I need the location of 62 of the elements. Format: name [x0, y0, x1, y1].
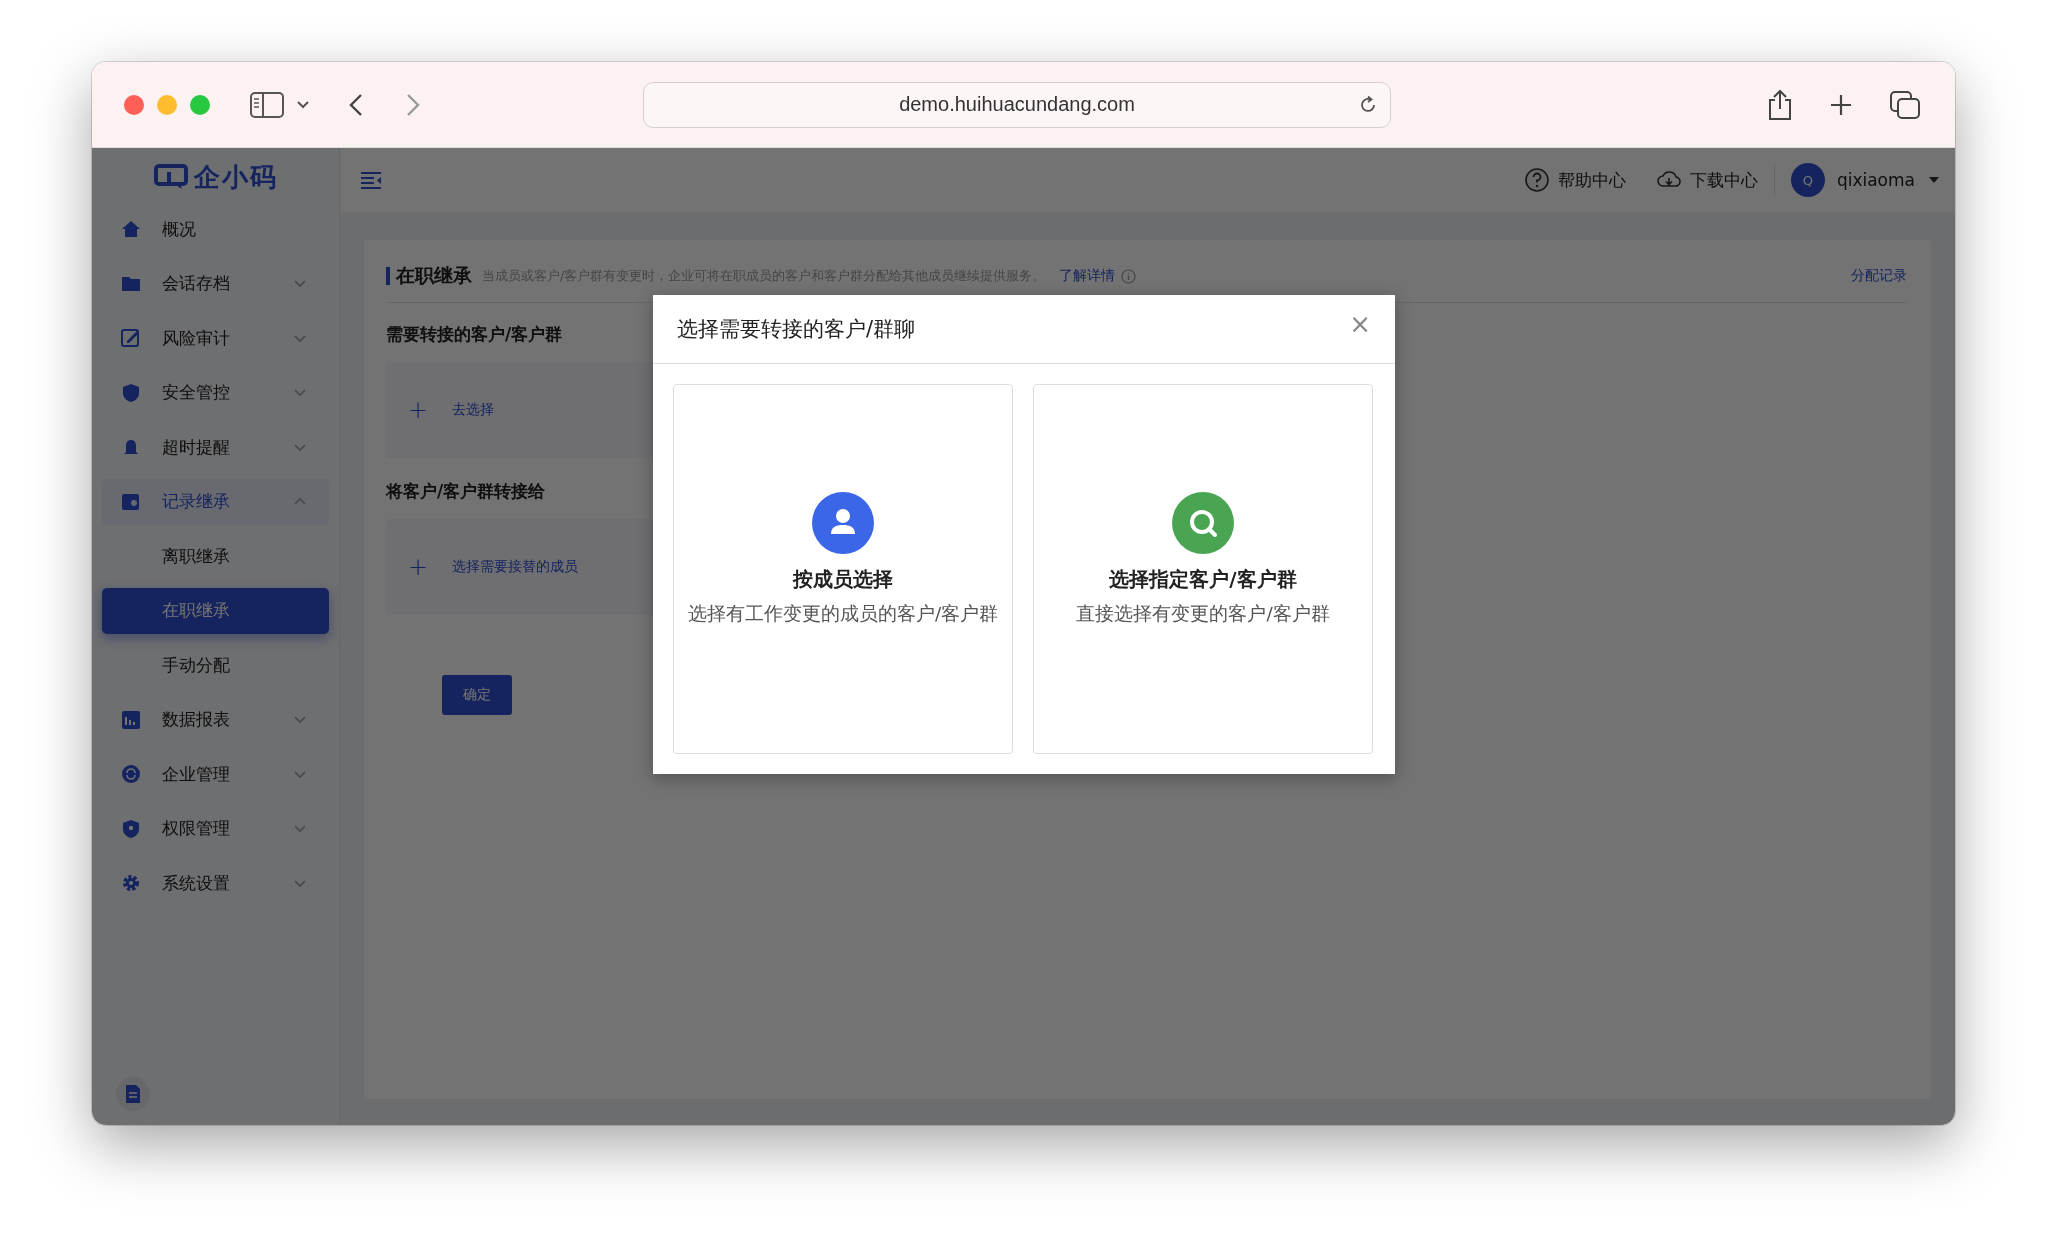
- select-link[interactable]: 选择需要接替的成员: [452, 558, 579, 576]
- logo-icon: [153, 164, 188, 190]
- sidebar-toggle-icon[interactable]: [250, 91, 284, 118]
- option-title: 按成员选择: [793, 566, 893, 593]
- sidebar-item[interactable]: 会话存档: [102, 260, 329, 307]
- share-icon[interactable]: [1767, 88, 1793, 121]
- download-center-link[interactable]: 下载中心: [1689, 168, 1758, 192]
- caret-icon[interactable]: [1929, 177, 1939, 183]
- person-icon: [812, 492, 874, 554]
- gear-icon: [120, 872, 142, 894]
- bar-chart-icon: [120, 708, 142, 731]
- sidebar-item[interactable]: 系统设置: [102, 860, 329, 906]
- edit-icon: [120, 327, 142, 349]
- sidebar-item[interactable]: 风险审计: [102, 315, 329, 361]
- option-card[interactable]: 按成员选择 选择有工作变更的成员的客户/客户群: [673, 384, 1013, 754]
- option-description: 选择有工作变更的成员的客户/客户群: [687, 602, 999, 626]
- confirm-button[interactable]: 确定: [442, 675, 512, 715]
- close-window-button[interactable]: [124, 94, 144, 115]
- info-icon: [1121, 268, 1137, 284]
- sidebar-item[interactable]: 记录继承: [102, 478, 329, 525]
- plus-icon: +: [408, 553, 429, 581]
- sidebar-item[interactable]: 安全管控: [102, 369, 329, 416]
- assignment-records-link[interactable]: 分配记录: [1851, 267, 1907, 285]
- page-title: 在职继承: [396, 263, 472, 288]
- sidebar-item[interactable]: 概况: [102, 206, 329, 252]
- sidebar-subitem[interactable]: 手动分配: [102, 642, 329, 688]
- new-tab-icon[interactable]: [1829, 92, 1853, 117]
- user-avatar[interactable]: Q: [1790, 163, 1825, 197]
- home-icon: [120, 218, 142, 240]
- sidebar-item[interactable]: 企业管理: [102, 751, 329, 797]
- chevron-down-icon[interactable]: [296, 99, 310, 110]
- menu-icon[interactable]: [360, 171, 382, 189]
- tabs-overview-icon[interactable]: [1889, 89, 1921, 120]
- logo-text: 企小码: [193, 160, 278, 194]
- section-label: 将客户/客户群转接给: [386, 480, 546, 503]
- help-icon[interactable]: [1523, 167, 1550, 193]
- plus-icon: +: [408, 396, 429, 424]
- reload-icon[interactable]: [1358, 94, 1378, 115]
- sidebar-item[interactable]: 权限管理: [102, 805, 329, 852]
- forward-icon[interactable]: [405, 92, 421, 117]
- document-icon: [124, 1084, 142, 1104]
- option-description: 直接选择有变更的客户/客户群: [1076, 602, 1330, 626]
- sidebar-item[interactable]: 超时提醒: [102, 424, 329, 470]
- option-card[interactable]: 选择指定客户/客户群 直接选择有变更的客户/客户群: [1033, 384, 1373, 754]
- sidebar-item[interactable]: 数据报表: [102, 696, 329, 743]
- section-label: 需要转接的客户/客户群: [386, 323, 563, 346]
- sync-icon: [120, 763, 142, 785]
- username[interactable]: qixiaoma: [1836, 170, 1915, 190]
- url-text: demo.huihuacundang.com: [899, 93, 1135, 116]
- sidebar-subitem[interactable]: 离职继承: [102, 533, 329, 579]
- back-icon[interactable]: [348, 92, 364, 117]
- learn-more-link[interactable]: 了解详情: [1059, 267, 1116, 285]
- address-bar[interactable]: demo.huihuacundang.com: [643, 81, 1391, 128]
- sidebar-subitem[interactable]: 在职继承: [102, 587, 329, 634]
- option-title: 选择指定客户/客户群: [1109, 566, 1297, 593]
- help-center-link[interactable]: 帮助中心: [1557, 168, 1626, 192]
- search-icon: [1172, 492, 1234, 554]
- shield-icon: [120, 381, 142, 404]
- close-button[interactable]: ×: [1349, 311, 1371, 337]
- select-link[interactable]: 去选择: [452, 401, 495, 419]
- dialog-title: 选择需要转接的客户/群聊: [677, 316, 916, 343]
- document-button[interactable]: [116, 1077, 150, 1111]
